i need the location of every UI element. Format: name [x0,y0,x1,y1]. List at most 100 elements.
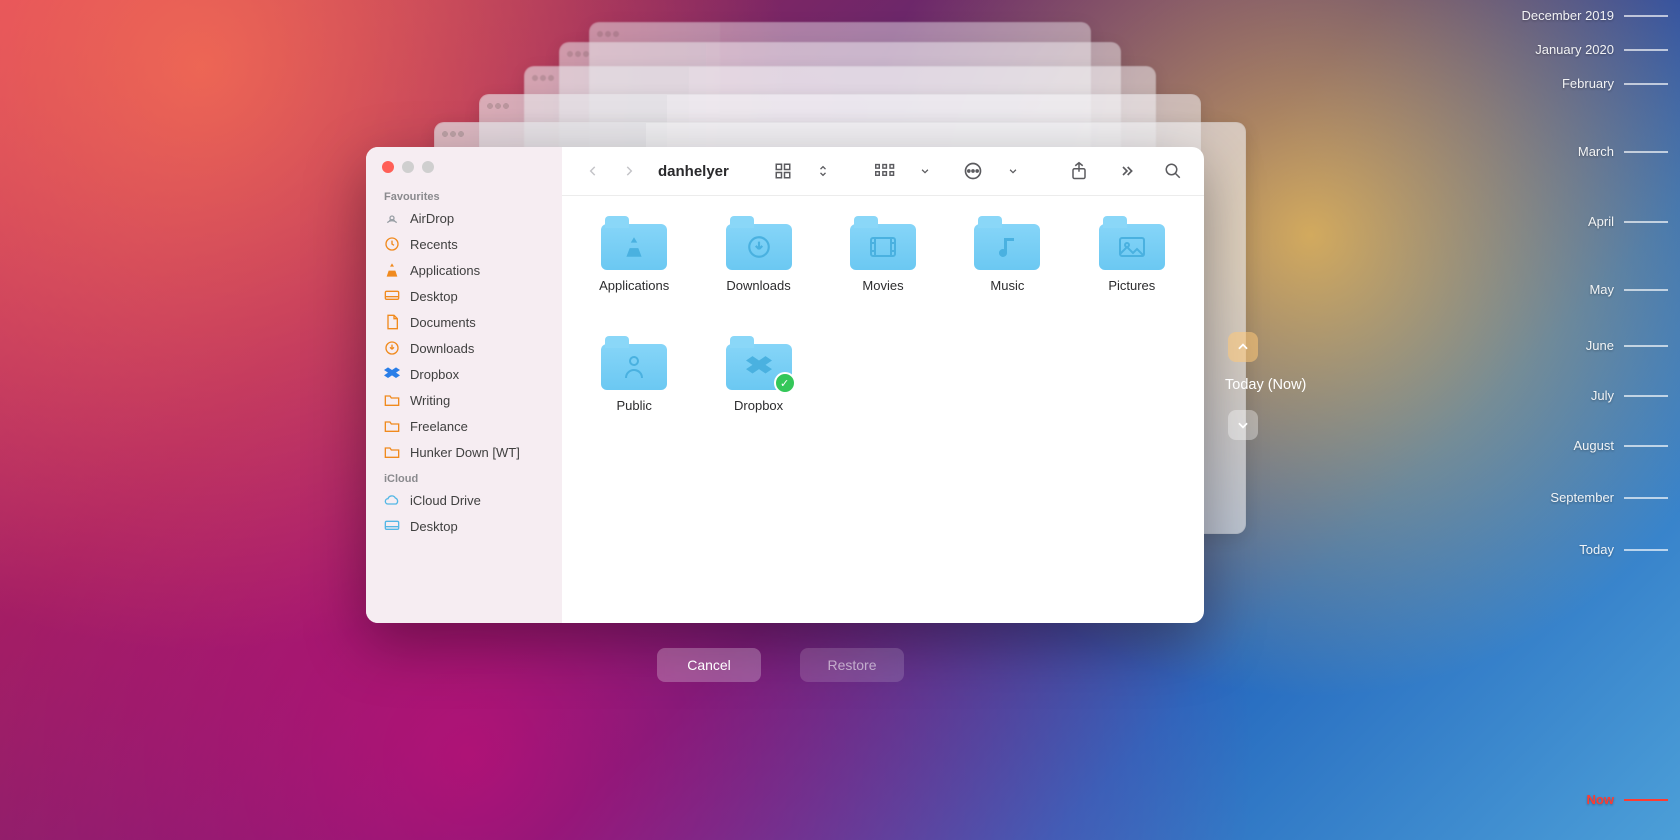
timeline-mark[interactable]: Today [1579,542,1668,557]
sidebar-item-airdrop[interactable]: AirDrop [366,205,562,231]
timeline-mark[interactable]: September [1550,490,1668,505]
timeline-mark[interactable]: December 2019 [1522,8,1669,23]
timeline-current-label: Today (Now) [1225,377,1306,393]
sidebar-item-label: Desktop [410,519,544,534]
folder-icon [601,216,667,270]
zoom-button[interactable] [422,161,434,173]
sidebar-item-dropbox[interactable]: Dropbox [366,361,562,387]
sidebar-item-label: Recents [410,237,544,252]
folder-label: Music [990,278,1024,293]
sidebar-item-hunkerdown[interactable]: Hunker Down [WT] [366,439,562,465]
timeline-mark[interactable]: April [1588,214,1668,229]
folder-icon [384,418,400,434]
timeline-mark[interactable]: February [1562,76,1668,91]
cancel-button[interactable]: Cancel [657,648,761,682]
sidebar-item-label: Dropbox [410,367,544,382]
restore-button-label: Restore [827,657,876,673]
finder-main: danhelyer [562,147,1204,623]
sidebar-item-documents[interactable]: Documents [366,309,562,335]
sidebar-item-label: Documents [410,315,544,330]
timeline-mark-label: April [1588,214,1614,229]
document-icon [384,314,400,330]
folder-icon [1099,216,1165,270]
timeline-tick [1624,549,1668,551]
sidebar-item-downloads[interactable]: Downloads [366,335,562,361]
timeline-mark[interactable]: May [1589,282,1668,297]
view-icons-button[interactable] [772,160,794,182]
share-button[interactable] [1068,160,1090,182]
timeline-mark-label: June [1586,338,1614,353]
folder-label: Pictures [1108,278,1155,293]
folder-item[interactable]: Pictures [1072,216,1192,336]
sidebar-item-recents[interactable]: Recents [366,231,562,257]
sidebar-item-label: Writing [410,393,544,408]
timeline-mark-label: January 2020 [1535,42,1614,57]
timeline-up-button[interactable] [1228,332,1258,362]
group-by-button[interactable] [874,160,896,182]
folder-item[interactable]: Downloads [699,216,819,336]
folder-item[interactable]: ✓ Dropbox [699,336,819,456]
timeline-mark[interactable]: July [1591,388,1668,403]
timeline-tick [1624,151,1668,153]
chevron-down-icon[interactable] [1002,160,1024,182]
sidebar-item-icloud-desktop[interactable]: Desktop [366,513,562,539]
sidebar-section-icloud: iCloud [366,465,562,487]
desktop-icon [384,518,400,534]
timeline-tick [1624,289,1668,291]
cancel-button-label: Cancel [687,657,731,673]
clock-icon [384,236,400,252]
sidebar-item-writing[interactable]: Writing [366,387,562,413]
finder-sidebar: Favourites AirDrop Recents Applications … [366,147,562,623]
timeline-mark-label: March [1578,144,1614,159]
timeline-tick [1624,83,1668,85]
timeline-tick [1624,799,1668,801]
sidebar-item-label: Downloads [410,341,544,356]
timeline-tick [1624,345,1668,347]
folder-item[interactable]: Music [947,216,1067,336]
sidebar-item-icloud-drive[interactable]: iCloud Drive [366,487,562,513]
chevron-down-icon[interactable] [914,160,936,182]
folder-icon [974,216,1040,270]
folder-grid: ApplicationsDownloadsMovies Music Pictures… [562,196,1204,623]
overflow-button[interactable] [1116,160,1138,182]
timeline-mark-now[interactable]: Now [1587,792,1668,807]
folder-icon [850,216,916,270]
timeline-mark-label: Today [1579,542,1614,557]
timeline-tick [1624,445,1668,447]
sidebar-item-label: Freelance [410,419,544,434]
timeline-mark-label: May [1589,282,1614,297]
sidebar-item-desktop[interactable]: Desktop [366,283,562,309]
desktop-icon [384,288,400,304]
search-button[interactable] [1162,160,1184,182]
finder-window: Favourites AirDrop Recents Applications … [366,147,1204,623]
sidebar-item-label: Desktop [410,289,544,304]
timeline-tick [1624,15,1668,17]
timeline-tick [1624,497,1668,499]
timeline-mark[interactable]: March [1578,144,1668,159]
folder-item[interactable]: Applications [574,216,694,336]
action-menu-button[interactable] [962,160,984,182]
view-switch-menu[interactable] [812,160,834,182]
forward-button[interactable] [618,160,640,182]
timeline-mark[interactable]: August [1574,438,1668,453]
folder-item[interactable]: Movies [823,216,943,336]
minimize-button[interactable] [402,161,414,173]
timeline-down-button[interactable] [1228,410,1258,440]
sidebar-section-favourites: Favourites [366,183,562,205]
sidebar-item-applications[interactable]: Applications [366,257,562,283]
sync-check-icon: ✓ [774,372,796,394]
close-button[interactable] [382,161,394,173]
finder-toolbar: danhelyer [562,147,1204,196]
restore-button[interactable]: Restore [800,648,904,682]
sidebar-item-label: Hunker Down [WT] [410,445,544,460]
folder-item[interactable]: Public [574,336,694,456]
folder-icon: ✓ [726,336,792,390]
back-button[interactable] [582,160,604,182]
timeline-mark[interactable]: January 2020 [1535,42,1668,57]
folder-label: Dropbox [734,398,783,413]
sidebar-item-label: AirDrop [410,211,544,226]
sidebar-item-freelance[interactable]: Freelance [366,413,562,439]
timeline-mark[interactable]: June [1586,338,1668,353]
timeline-tick [1624,395,1668,397]
timeline-mark-label: July [1591,388,1614,403]
